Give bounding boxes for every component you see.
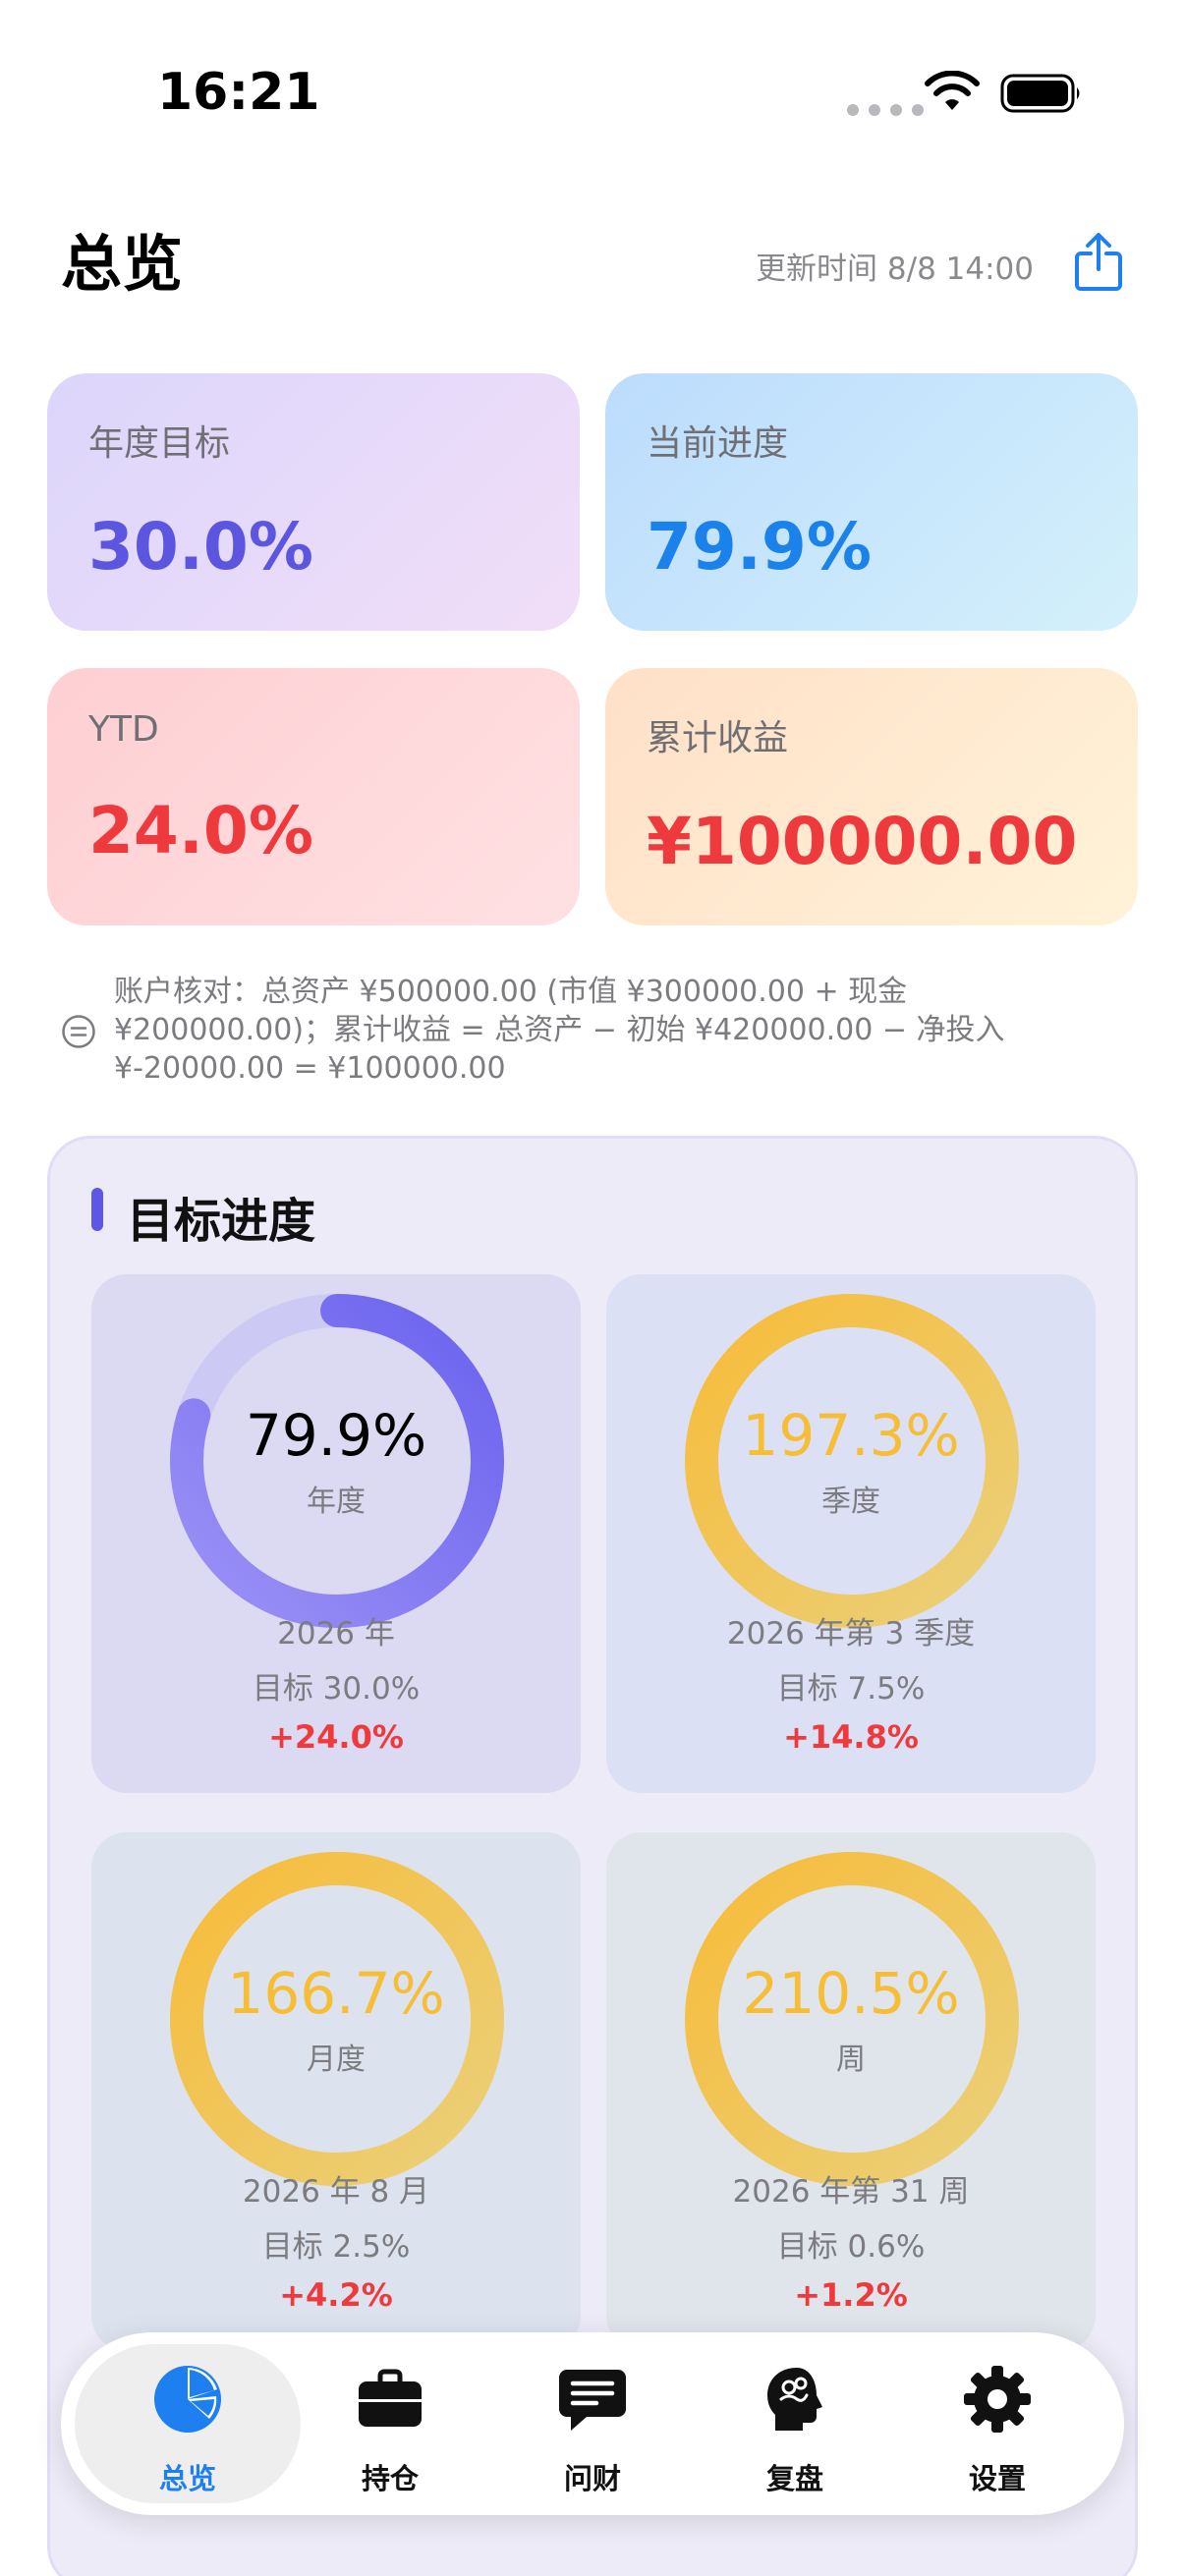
gear-icon xyxy=(964,2366,1031,2433)
tab-ask[interactable]: 问财 xyxy=(480,2344,705,2503)
update-time: 更新时间 8/8 14:00 xyxy=(756,252,1034,287)
goal-period: 2026 年第 3 季度 xyxy=(726,1616,976,1652)
goal-return: +24.0% xyxy=(268,1718,404,1756)
cumulative-profit-card[interactable]: 累计收益 ¥100000.00 xyxy=(605,668,1138,925)
week-goal-ring-card[interactable]: 210.5% 周 2026 年第 31 周 目标 0.6% +1.2% xyxy=(606,1832,1096,2351)
tab-overview[interactable]: 总览 xyxy=(75,2344,301,2503)
ring-period-label: 年度 xyxy=(307,1484,366,1519)
pie-chart-icon xyxy=(154,2366,221,2433)
goal-period: 2026 年 xyxy=(277,1616,395,1652)
goal-target: 目标 30.0% xyxy=(252,1671,421,1707)
card-value: 30.0% xyxy=(88,509,313,585)
goal-period: 2026 年 8 月 xyxy=(242,2174,430,2210)
card-value: 24.0% xyxy=(88,793,313,868)
goal-period: 2026 年第 31 周 xyxy=(732,2174,970,2210)
month-goal-ring-card[interactable]: 166.7% 月度 2026 年 8 月 目标 2.5% +4.2% xyxy=(91,1832,581,2351)
ring-period-label: 周 xyxy=(836,2043,866,2077)
page-title: 总览 xyxy=(61,228,184,300)
battery-icon xyxy=(1000,74,1080,113)
section-title: 目标进度 xyxy=(127,1194,316,1249)
card-label: 当前进度 xyxy=(647,423,789,464)
ring-percentage: 197.3% xyxy=(742,1402,960,1469)
tab-bar: 总览 持仓 问财 复盘 设置 xyxy=(61,2332,1124,2515)
tab-label: 持仓 xyxy=(361,2462,419,2495)
tab-settings[interactable]: 设置 xyxy=(884,2344,1110,2503)
ring-percentage: 79.9% xyxy=(245,1402,427,1469)
share-icon[interactable] xyxy=(1073,232,1124,293)
card-value: 79.9% xyxy=(647,509,872,585)
annual-goal-ring-card[interactable]: 79.9% 年度 2026 年 目标 30.0% +24.0% xyxy=(91,1274,581,1793)
goal-return: +4.2% xyxy=(279,2276,393,2314)
ring-percentage: 210.5% xyxy=(742,1960,960,2027)
goal-return: +14.8% xyxy=(783,1718,919,1756)
card-value: ¥100000.00 xyxy=(647,804,1078,879)
quarter-goal-ring-card[interactable]: 197.3% 季度 2026 年第 3 季度 目标 7.5% +14.8% xyxy=(606,1274,1096,1793)
account-reconciliation-note: 账户核对：总资产 ¥500000.00 (市值 ¥300000.00 + 现金 … xyxy=(114,975,1005,1086)
annual-target-card[interactable]: 年度目标 30.0% xyxy=(47,373,580,631)
ytd-card[interactable]: YTD 24.0% xyxy=(47,668,580,925)
briefcase-icon xyxy=(359,2369,422,2427)
tab-label: 问财 xyxy=(563,2462,621,2495)
tab-label: 复盘 xyxy=(765,2462,823,2495)
ring-period-label: 季度 xyxy=(821,1484,880,1519)
section-accent-bar xyxy=(91,1188,103,1231)
ring-percentage: 166.7% xyxy=(227,1960,445,2027)
equals-circle-icon xyxy=(62,1015,95,1048)
tab-holdings[interactable]: 持仓 xyxy=(277,2344,503,2503)
wifi-icon xyxy=(925,71,980,110)
tab-label: 总览 xyxy=(158,2462,216,2495)
card-label: YTD xyxy=(88,709,159,750)
card-label: 累计收益 xyxy=(647,718,789,758)
brain-head-icon xyxy=(767,2368,822,2431)
goal-target: 目标 0.6% xyxy=(776,2229,926,2265)
tab-label: 设置 xyxy=(968,2462,1026,2495)
cellular-signal-icon xyxy=(847,104,924,116)
status-time: 16:21 xyxy=(157,63,320,122)
goal-return: +1.2% xyxy=(794,2276,908,2314)
tab-review[interactable]: 复盘 xyxy=(682,2344,908,2503)
goal-target: 目标 2.5% xyxy=(261,2229,411,2265)
goal-target: 目标 7.5% xyxy=(776,1671,926,1707)
ring-period-label: 月度 xyxy=(307,2043,366,2077)
status-bar: 16:21 xyxy=(0,0,1185,187)
chat-bubble-icon xyxy=(559,2370,626,2431)
card-label: 年度目标 xyxy=(88,423,231,464)
current-progress-card[interactable]: 当前进度 79.9% xyxy=(605,373,1138,631)
